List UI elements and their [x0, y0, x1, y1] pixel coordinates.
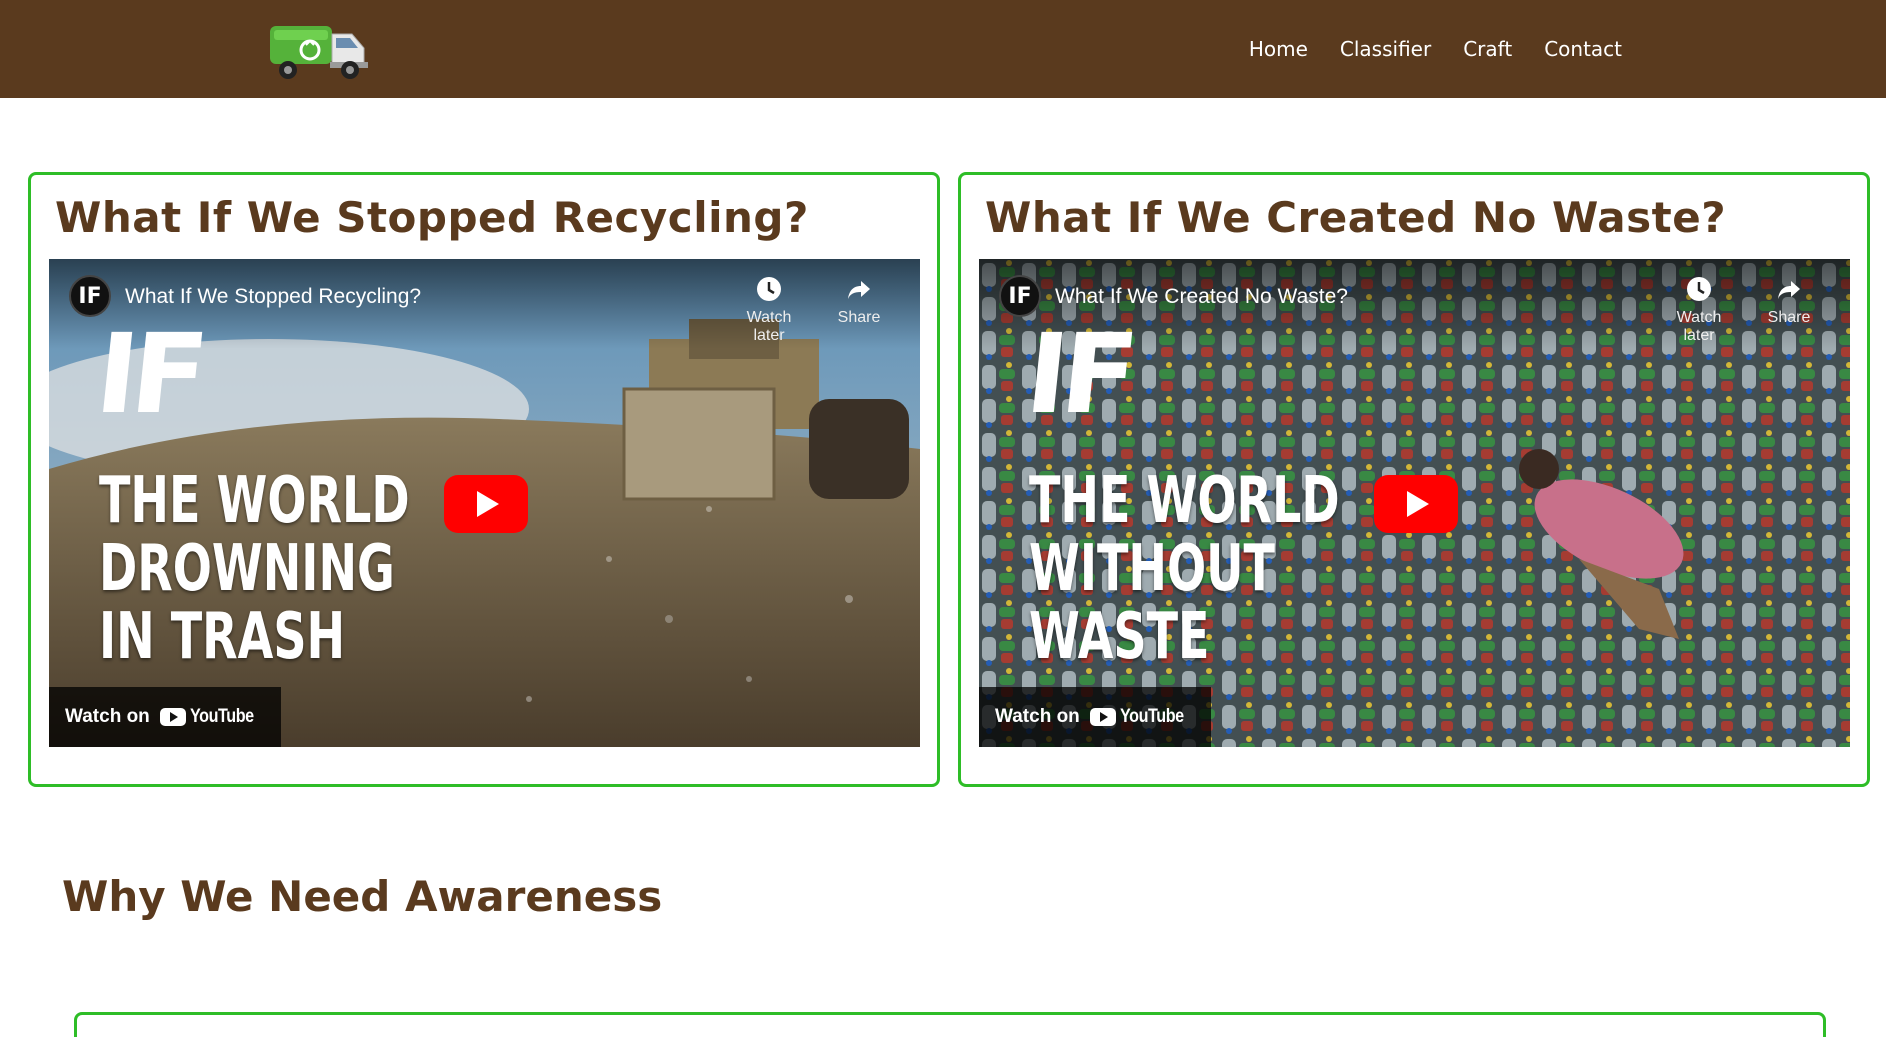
- share-button[interactable]: Share: [1749, 275, 1829, 327]
- watch-later-button[interactable]: Watch later: [1659, 275, 1739, 345]
- if-logo: IF: [90, 310, 208, 438]
- top-navbar: Home Classifier Craft Contact: [0, 0, 1886, 98]
- share-label: Share: [837, 309, 881, 326]
- youtube-wordmark: YouTube: [189, 706, 254, 727]
- nav-classifier-link[interactable]: Classifier: [1340, 37, 1431, 61]
- share-label: Share: [1767, 309, 1811, 326]
- clock-icon: [1687, 277, 1711, 301]
- clock-icon: [757, 277, 781, 301]
- card-title: What If We Stopped Recycling?: [55, 193, 809, 242]
- thumbnail-caption: THE WORLD DROWNING IN TRASH: [99, 464, 410, 674]
- youtube-embed-no-waste[interactable]: IF What If We Created No Waste? Watch la…: [979, 259, 1850, 747]
- play-icon[interactable]: [1374, 475, 1458, 533]
- youtube-wordmark: YouTube: [1119, 706, 1184, 727]
- awareness-content-box: [74, 1012, 1826, 1037]
- video-title[interactable]: What If We Created No Waste?: [1055, 285, 1348, 309]
- card-title: What If We Created No Waste?: [985, 193, 1727, 242]
- nav-contact-link[interactable]: Contact: [1544, 37, 1622, 61]
- youtube-embed-stopped-recycling[interactable]: IF What If We Stopped Recycling? Watch l…: [49, 259, 920, 747]
- watch-later-label: Watch later: [1676, 309, 1722, 344]
- play-icon[interactable]: [444, 475, 528, 533]
- watch-on-youtube-link[interactable]: Watch on YouTube: [979, 687, 1211, 747]
- video-card-stopped-recycling: What If We Stopped Recycling? IF What If…: [28, 172, 940, 787]
- nav-home-link[interactable]: Home: [1249, 37, 1308, 61]
- thumbnail-caption: THE WORLD WITHOUT WASTE: [1029, 464, 1340, 674]
- video-title[interactable]: What If We Stopped Recycling?: [125, 285, 421, 309]
- watch-later-button[interactable]: Watch later: [729, 275, 809, 345]
- nav-menu: Home Classifier Craft Contact: [1249, 0, 1622, 98]
- watch-on-label: Watch on: [995, 706, 1080, 727]
- if-logo: IF: [1020, 310, 1138, 438]
- section-title: Why We Need Awareness: [62, 872, 663, 921]
- youtube-icon: [159, 708, 186, 726]
- garbage-truck-icon[interactable]: [266, 12, 372, 84]
- share-arrow-icon: [1778, 281, 1800, 299]
- share-arrow-icon: [848, 281, 870, 299]
- video-card-no-waste: What If We Created No Waste? IF What If …: [958, 172, 1870, 787]
- watch-later-label: Watch later: [746, 309, 792, 344]
- youtube-icon: [1089, 708, 1116, 726]
- watch-on-youtube-link[interactable]: Watch on YouTube: [49, 687, 281, 747]
- share-button[interactable]: Share: [819, 275, 899, 327]
- nav-craft-link[interactable]: Craft: [1463, 37, 1512, 61]
- watch-on-label: Watch on: [65, 706, 150, 727]
